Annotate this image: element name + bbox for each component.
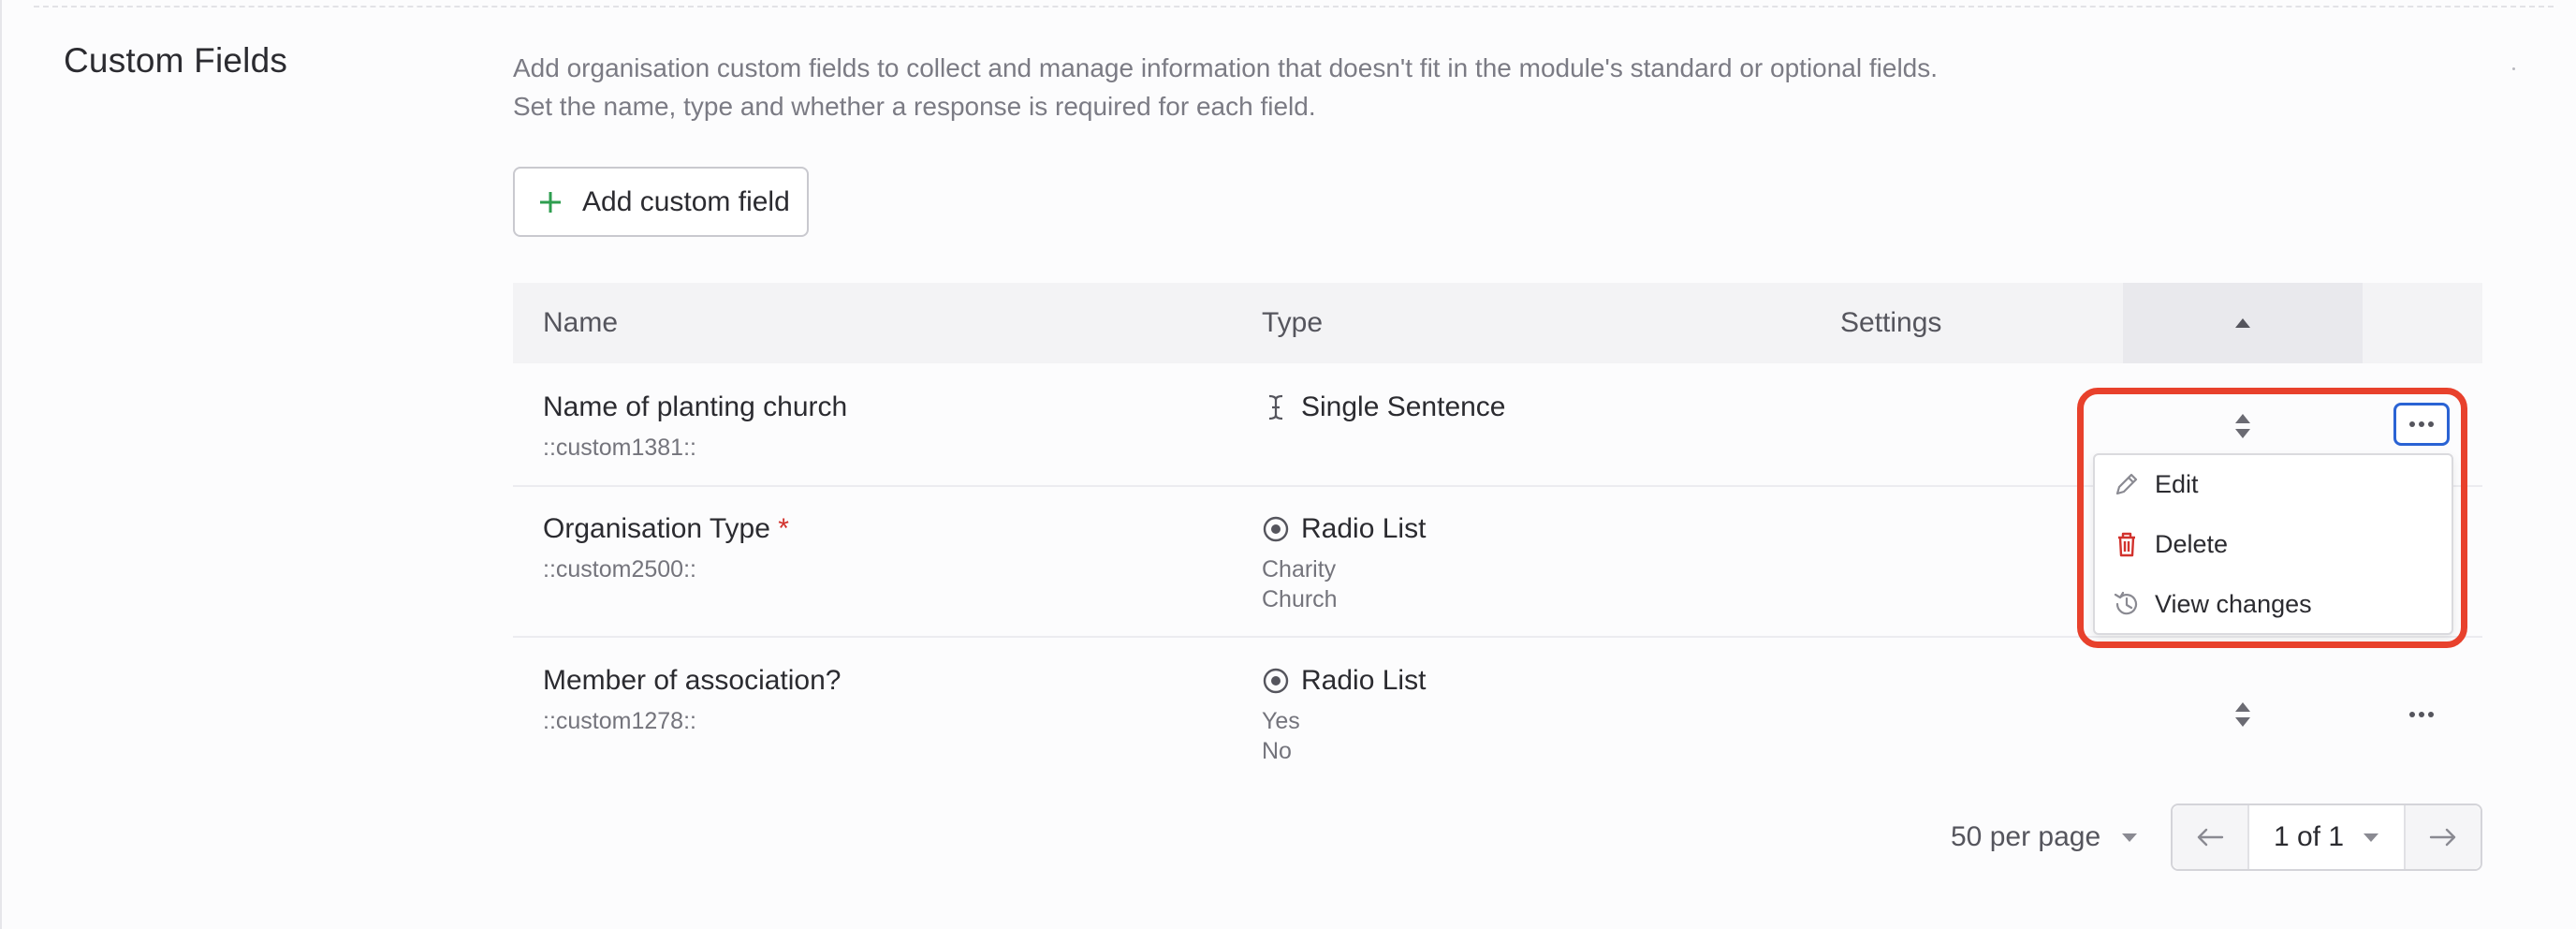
- menu-item-label: View changes: [2155, 589, 2312, 618]
- menu-item-delete[interactable]: Delete: [2095, 515, 2452, 573]
- row-2-key: ::custom2500::: [543, 556, 696, 582]
- field-name: Member of association?: [543, 665, 842, 696]
- arrow-left-icon: [2197, 828, 2224, 847]
- menu-item-view-changes[interactable]: View changes: [2095, 575, 2452, 633]
- column-header-type[interactable]: Type: [1262, 283, 1323, 363]
- option-value: No: [1262, 738, 1292, 764]
- row-3-key: ::custom1278::: [543, 708, 696, 734]
- page-select[interactable]: 1 of 1: [2249, 805, 2404, 869]
- option-value: Charity: [1262, 556, 1337, 582]
- plus-icon: [540, 191, 561, 213]
- row-3-type: Radio List: [1262, 665, 1426, 697]
- custom-fields-panel: Custom Fields Add organisation custom fi…: [0, 0, 2576, 929]
- row-1-more-actions-button[interactable]: [2393, 403, 2450, 446]
- pagination-control: 1 of 1: [2171, 804, 2482, 871]
- per-page-label: 50 per page: [1951, 821, 2101, 852]
- field-name: Name of planting church: [543, 391, 848, 422]
- row-2-name: Organisation Type *: [543, 513, 789, 545]
- next-page-button[interactable]: [2404, 805, 2481, 869]
- row-3-name: Member of association?: [543, 665, 842, 697]
- field-type-label: Radio List: [1301, 513, 1427, 544]
- radio-icon: [1262, 667, 1290, 695]
- section-divider: [34, 6, 2554, 7]
- decorative-dot: [2512, 67, 2515, 70]
- menu-item-label: Delete: [2155, 529, 2229, 558]
- history-icon: [2114, 591, 2138, 615]
- per-page-select[interactable]: 50 per page: [1951, 804, 2138, 871]
- sort-ascending-icon: [2235, 318, 2250, 328]
- row-divider: [513, 636, 2482, 638]
- radio-icon: [1262, 515, 1290, 543]
- table-header: Name Type Settings: [513, 283, 2482, 363]
- field-type-label: Single Sentence: [1301, 391, 1506, 422]
- ellipsis-icon: [2409, 712, 2434, 717]
- section-title: Custom Fields: [64, 41, 288, 80]
- drag-reorder-handle-icon[interactable]: [2232, 700, 2253, 729]
- chevron-down-icon: [2122, 833, 2138, 842]
- add-custom-field-button[interactable]: Add custom field: [513, 167, 809, 237]
- add-custom-field-label: Add custom field: [582, 185, 790, 217]
- row-1-name: Name of planting church: [543, 391, 847, 423]
- row-3-more-actions-button[interactable]: [2393, 693, 2450, 736]
- page-indicator: 1 of 1: [2273, 821, 2345, 852]
- column-header-order-sort[interactable]: [2123, 283, 2363, 363]
- row-1-type: Single Sentence: [1262, 391, 1506, 423]
- section-description: Add organisation custom fields to collec…: [513, 53, 1939, 121]
- chevron-down-icon: [2364, 833, 2379, 842]
- menu-item-edit[interactable]: Edit: [2095, 455, 2452, 513]
- row-2-type: Radio List: [1262, 513, 1426, 545]
- row-actions-menu: Edit Delete View changes: [2093, 453, 2453, 635]
- field-name: Organisation Type: [543, 513, 770, 544]
- column-header-name[interactable]: Name: [543, 283, 618, 363]
- arrow-right-icon: [2429, 828, 2456, 847]
- required-asterisk: *: [778, 513, 789, 544]
- option-value: Church: [1262, 586, 1338, 612]
- drag-reorder-handle-icon[interactable]: [2232, 412, 2253, 440]
- text-cursor-icon: [1262, 393, 1290, 421]
- ellipsis-icon: [2409, 421, 2434, 427]
- row-1-key: ::custom1381::: [543, 435, 696, 461]
- column-header-settings[interactable]: Settings: [1840, 283, 1941, 363]
- trash-icon: [2118, 532, 2135, 557]
- field-type-label: Radio List: [1301, 665, 1427, 696]
- menu-item-label: Edit: [2155, 469, 2199, 498]
- previous-page-button[interactable]: [2173, 805, 2249, 869]
- pencil-icon: [2115, 473, 2138, 495]
- option-value: Yes: [1262, 708, 1300, 734]
